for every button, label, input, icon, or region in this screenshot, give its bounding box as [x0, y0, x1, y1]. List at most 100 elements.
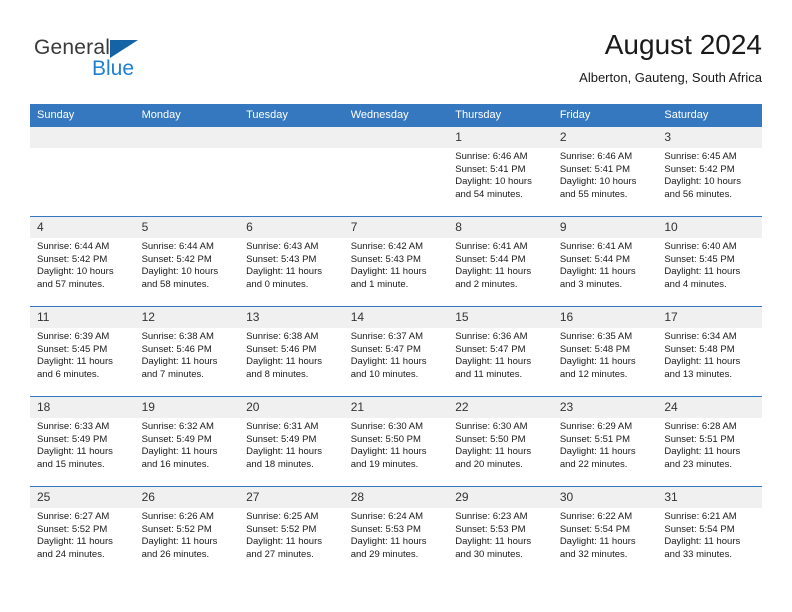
day-number: 29 — [448, 487, 553, 508]
sunrise-text: Sunrise: 6:39 AM — [37, 331, 110, 342]
sunrise-text: Sunrise: 6:44 AM — [37, 241, 110, 252]
calendar-day-cell[interactable]: 21 Sunrise: 6:30 AM Sunset: 5:50 PM Dayligh… — [343, 396, 449, 487]
calendar-day-cell[interactable]: 5 Sunrise: 6:44 AM Sunset: 5:42 PM Daylight… — [134, 216, 240, 307]
calendar-day-cell[interactable]: 22 Sunrise: 6:30 AM Sunset: 5:50 PM Dayligh… — [448, 396, 553, 487]
calendar-day-cell[interactable]: 1 Sunrise: 6:46 AM Sunset: 5:41 PM Daylight… — [448, 126, 553, 217]
day-number — [30, 127, 135, 148]
sunrise-text: Sunrise: 6:36 AM — [455, 331, 528, 342]
calendar-day-cell[interactable]: 18 Sunrise: 6:33 AM Sunset: 5:49 PM Dayligh… — [30, 396, 135, 487]
calendar-day-cell[interactable]: 11 Sunrise: 6:39 AM Sunset: 5:45 PM Dayligh… — [30, 306, 135, 397]
calendar-day-cell[interactable]: 31 Sunrise: 6:21 AM Sunset: 5:54 PM Dayligh… — [657, 486, 762, 576]
day-details: Sunrise: 6:38 AM Sunset: 5:46 PM Daylight:… — [239, 328, 344, 381]
sunset-text: Sunset: 5:52 PM — [246, 523, 317, 535]
calendar-day-cell[interactable]: 30 Sunrise: 6:22 AM Sunset: 5:54 PM Dayligh… — [552, 486, 658, 576]
day-number — [239, 127, 344, 148]
calendar-day-cell[interactable]: 25 Sunrise: 6:27 AM Sunset: 5:52 PM Dayligh… — [30, 486, 135, 576]
daylight-text-line2: and 24 minutes. — [37, 548, 105, 560]
daylight-text-line2: and 15 minutes. — [37, 458, 105, 470]
day-details: Sunrise: 6:39 AM Sunset: 5:45 PM Daylight:… — [30, 328, 135, 381]
day-details: Sunrise: 6:22 AM Sunset: 5:54 PM Daylight:… — [553, 508, 658, 561]
day-number: 23 — [552, 397, 658, 418]
calendar-day-cell[interactable]: 28 Sunrise: 6:24 AM Sunset: 5:53 PM Dayligh… — [343, 486, 449, 576]
day-details: Sunrise: 6:23 AM Sunset: 5:53 PM Daylight:… — [448, 508, 553, 561]
daylight-text-line1: Daylight: 11 hours — [246, 446, 322, 458]
calendar-header-row: Sunday Monday Tuesday Wednesday Thursday… — [30, 104, 762, 127]
daylight-text-line2: and 7 minutes. — [141, 368, 204, 380]
day-number: 19 — [134, 397, 240, 418]
day-number: 10 — [657, 217, 762, 238]
calendar-table: Sunday Monday Tuesday Wednesday Thursday… — [30, 104, 762, 576]
sunset-text: Sunset: 5:50 PM — [350, 433, 421, 445]
daylight-text-line1: Daylight: 11 hours — [246, 266, 322, 278]
brand-name-blue: Blue — [92, 57, 135, 80]
sunset-text: Sunset: 5:47 PM — [350, 343, 421, 355]
sunset-text: Sunset: 5:42 PM — [141, 253, 212, 265]
sunrise-text: Sunrise: 6:34 AM — [664, 331, 737, 342]
calendar-day-cell[interactable]: 6 Sunrise: 6:43 AM Sunset: 5:43 PM Daylight… — [239, 216, 344, 307]
day-details: Sunrise: 6:28 AM Sunset: 5:51 PM Daylight:… — [657, 418, 762, 471]
calendar-day-cell-empty — [343, 126, 449, 217]
calendar-day-cell[interactable]: 19 Sunrise: 6:32 AM Sunset: 5:49 PM Dayligh… — [134, 396, 240, 487]
day-details: Sunrise: 6:31 AM Sunset: 5:49 PM Daylight:… — [239, 418, 344, 471]
calendar-day-cell[interactable]: 13 Sunrise: 6:38 AM Sunset: 5:46 PM Dayligh… — [239, 306, 344, 397]
sunrise-text: Sunrise: 6:46 AM — [559, 151, 633, 162]
day-details: Sunrise: 6:45 AM Sunset: 5:42 PM Daylight:… — [657, 148, 762, 201]
sunset-text: Sunset: 5:46 PM — [141, 343, 212, 355]
calendar-day-cell[interactable]: 8 Sunrise: 6:41 AM Sunset: 5:44 PM Daylight… — [448, 216, 553, 307]
day-number: 14 — [343, 307, 449, 328]
calendar-day-cell[interactable]: 3 Sunrise: 6:45 AM Sunset: 5:42 PM Daylight… — [657, 126, 762, 217]
calendar-day-cell[interactable]: 15 Sunrise: 6:36 AM Sunset: 5:47 PM Dayligh… — [448, 306, 553, 397]
daylight-text-line2: and 26 minutes. — [141, 548, 210, 560]
sunset-text: Sunset: 5:43 PM — [350, 253, 421, 265]
calendar-day-cell[interactable]: 7 Sunrise: 6:42 AM Sunset: 5:43 PM Daylight… — [343, 216, 449, 307]
calendar-day-cell[interactable]: 4 Sunrise: 6:44 AM Sunset: 5:42 PM Daylight… — [30, 216, 135, 307]
day-number: 15 — [448, 307, 553, 328]
day-number: 16 — [552, 307, 658, 328]
calendar-day-cell[interactable]: 10 Sunrise: 6:40 AM Sunset: 5:45 PM Dayligh… — [657, 216, 762, 307]
sunrise-text: Sunrise: 6:22 AM — [559, 511, 633, 522]
daylight-text-line1: Daylight: 10 hours — [664, 176, 741, 188]
sunset-text: Sunset: 5:45 PM — [37, 343, 108, 355]
sunrise-text: Sunrise: 6:33 AM — [37, 421, 110, 432]
calendar-day-cell[interactable]: 20 Sunrise: 6:31 AM Sunset: 5:49 PM Dayligh… — [239, 396, 344, 487]
day-number: 1 — [448, 127, 553, 148]
calendar-day-cell[interactable]: 23 Sunrise: 6:29 AM Sunset: 5:51 PM Dayligh… — [552, 396, 658, 487]
sunset-text: Sunset: 5:44 PM — [455, 253, 526, 265]
sunset-text: Sunset: 5:41 PM — [455, 163, 526, 175]
day-details: Sunrise: 6:24 AM Sunset: 5:53 PM Daylight:… — [344, 508, 449, 561]
calendar-day-cell-empty — [134, 126, 240, 217]
sunset-text: Sunset: 5:49 PM — [141, 433, 212, 445]
calendar-day-cell[interactable]: 16 Sunrise: 6:35 AM Sunset: 5:48 PM Dayligh… — [552, 306, 658, 397]
daylight-text-line2: and 22 minutes. — [559, 458, 628, 470]
daylight-text-line1: Daylight: 11 hours — [455, 356, 532, 368]
daylight-text-line1: Daylight: 11 hours — [37, 536, 113, 548]
weekday-header-wednesday: Wednesday — [343, 104, 449, 127]
sunrise-text: Sunrise: 6:40 AM — [664, 241, 737, 252]
calendar-day-cell[interactable]: 27 Sunrise: 6:25 AM Sunset: 5:52 PM Dayligh… — [239, 486, 344, 576]
calendar-day-cell[interactable]: 26 Sunrise: 6:26 AM Sunset: 5:52 PM Dayligh… — [134, 486, 240, 576]
day-number: 18 — [30, 397, 135, 418]
sunrise-text: Sunrise: 6:45 AM — [664, 151, 737, 162]
sunrise-text: Sunrise: 6:32 AM — [141, 421, 214, 432]
calendar-day-cell[interactable]: 29 Sunrise: 6:23 AM Sunset: 5:53 PM Dayligh… — [448, 486, 553, 576]
calendar-day-cell[interactable]: 12 Sunrise: 6:38 AM Sunset: 5:46 PM Dayligh… — [134, 306, 240, 397]
day-number: 2 — [552, 127, 658, 148]
day-details: Sunrise: 6:34 AM Sunset: 5:48 PM Daylight:… — [657, 328, 762, 381]
daylight-text-line1: Daylight: 11 hours — [664, 356, 741, 368]
calendar-day-cell[interactable]: 17 Sunrise: 6:34 AM Sunset: 5:48 PM Dayligh… — [657, 306, 762, 397]
daylight-text-line1: Daylight: 11 hours — [141, 356, 218, 368]
daylight-text-line2: and 3 minutes. — [559, 278, 623, 290]
daylight-text-line1: Daylight: 11 hours — [664, 536, 741, 548]
day-number: 3 — [657, 127, 762, 148]
page-subtitle: Alberton, Gauteng, South Africa — [579, 70, 762, 85]
day-details: Sunrise: 6:37 AM Sunset: 5:47 PM Daylight:… — [344, 328, 449, 381]
calendar-day-cell[interactable]: 24 Sunrise: 6:28 AM Sunset: 5:51 PM Dayligh… — [657, 396, 762, 487]
day-number: 26 — [134, 487, 240, 508]
calendar-day-cell[interactable]: 14 Sunrise: 6:37 AM Sunset: 5:47 PM Dayligh… — [343, 306, 449, 397]
calendar-day-cell[interactable]: 9 Sunrise: 6:41 AM Sunset: 5:44 PM Daylight… — [552, 216, 658, 307]
sunrise-text: Sunrise: 6:31 AM — [246, 421, 319, 432]
calendar-day-cell[interactable]: 2 Sunrise: 6:46 AM Sunset: 5:41 PM Daylight… — [552, 126, 658, 217]
daylight-text-line2: and 0 minutes. — [246, 278, 309, 290]
title-block: August 2024 Alberton, Gauteng, South Afr… — [579, 28, 762, 87]
day-number: 31 — [657, 487, 762, 508]
